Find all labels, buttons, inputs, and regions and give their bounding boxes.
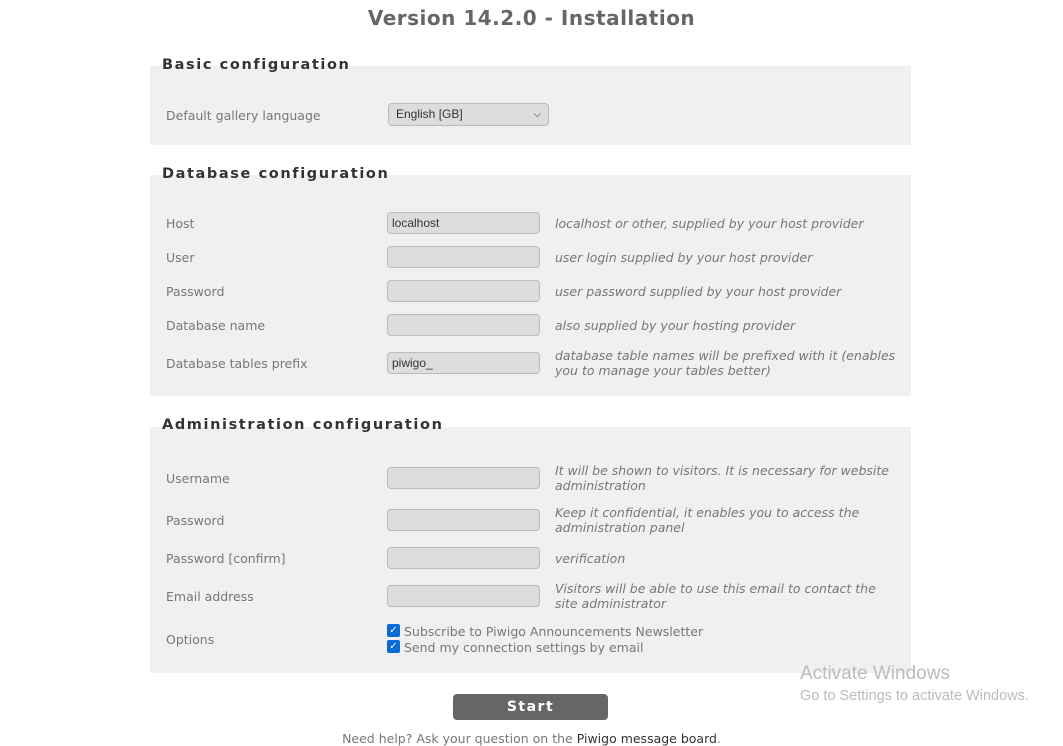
prefix-input[interactable]: piwigo_ bbox=[387, 352, 540, 374]
page-title: Version 14.2.0 - Installation bbox=[367, 6, 696, 30]
password-confirm-label: Password [confirm] bbox=[166, 551, 286, 566]
user-input[interactable] bbox=[387, 246, 540, 268]
user-help: user login supplied by your host provide… bbox=[555, 250, 813, 265]
prefix-help: database table names will be prefixed wi… bbox=[555, 348, 896, 378]
db-password-label: Password bbox=[166, 284, 225, 299]
language-value: English [GB] bbox=[396, 107, 463, 121]
language-label: Default gallery language bbox=[166, 108, 321, 123]
basic-heading: Basic configuration bbox=[162, 57, 351, 73]
email-input[interactable] bbox=[387, 585, 540, 607]
dbname-label: Database name bbox=[166, 318, 266, 333]
host-label: Host bbox=[166, 216, 195, 231]
dbname-help: also supplied by your hosting provider bbox=[555, 318, 796, 333]
admin-password-label: Password bbox=[166, 513, 225, 528]
language-select[interactable]: English [GB] ⌵ bbox=[388, 103, 549, 126]
dbname-input[interactable] bbox=[387, 314, 540, 336]
email-label: Email address bbox=[166, 589, 254, 604]
newsletter-label[interactable]: Subscribe to Piwigo Announcements Newsle… bbox=[404, 624, 703, 639]
options-label: Options bbox=[166, 632, 215, 647]
user-label: User bbox=[166, 250, 195, 265]
username-label: Username bbox=[166, 471, 230, 486]
username-help: It will be shown to visitors. It is nece… bbox=[555, 463, 889, 493]
db-password-input[interactable] bbox=[387, 280, 540, 302]
admin-heading: Administration configuration bbox=[162, 417, 444, 433]
activate-windows-title: Activate Windows bbox=[800, 663, 950, 684]
activate-windows-subtitle: Go to Settings to activate Windows. bbox=[800, 688, 1029, 704]
start-installation-button[interactable]: Start installation bbox=[453, 694, 608, 741]
admin-password-help: Keep it confidential, it enables you to … bbox=[555, 505, 860, 535]
password-confirm-help: verification bbox=[555, 551, 626, 566]
send-settings-checkbox[interactable]: ✓ bbox=[387, 640, 400, 653]
username-input[interactable] bbox=[387, 467, 540, 489]
chevron-down-icon: ⌵ bbox=[533, 109, 541, 120]
host-help: localhost or other, supplied by your hos… bbox=[555, 216, 864, 231]
send-settings-label[interactable]: Send my connection settings by email bbox=[404, 640, 643, 655]
password-confirm-input[interactable] bbox=[387, 547, 540, 569]
admin-password-input[interactable] bbox=[387, 509, 540, 531]
prefix-label: Database tables prefix bbox=[166, 356, 308, 371]
host-input[interactable]: localhost bbox=[387, 212, 540, 234]
db-password-help: user password supplied by your host prov… bbox=[555, 284, 842, 299]
database-heading: Database configuration bbox=[162, 166, 390, 182]
newsletter-checkbox[interactable]: ✓ bbox=[387, 624, 400, 637]
email-help: Visitors will be able to use this email … bbox=[555, 581, 876, 611]
